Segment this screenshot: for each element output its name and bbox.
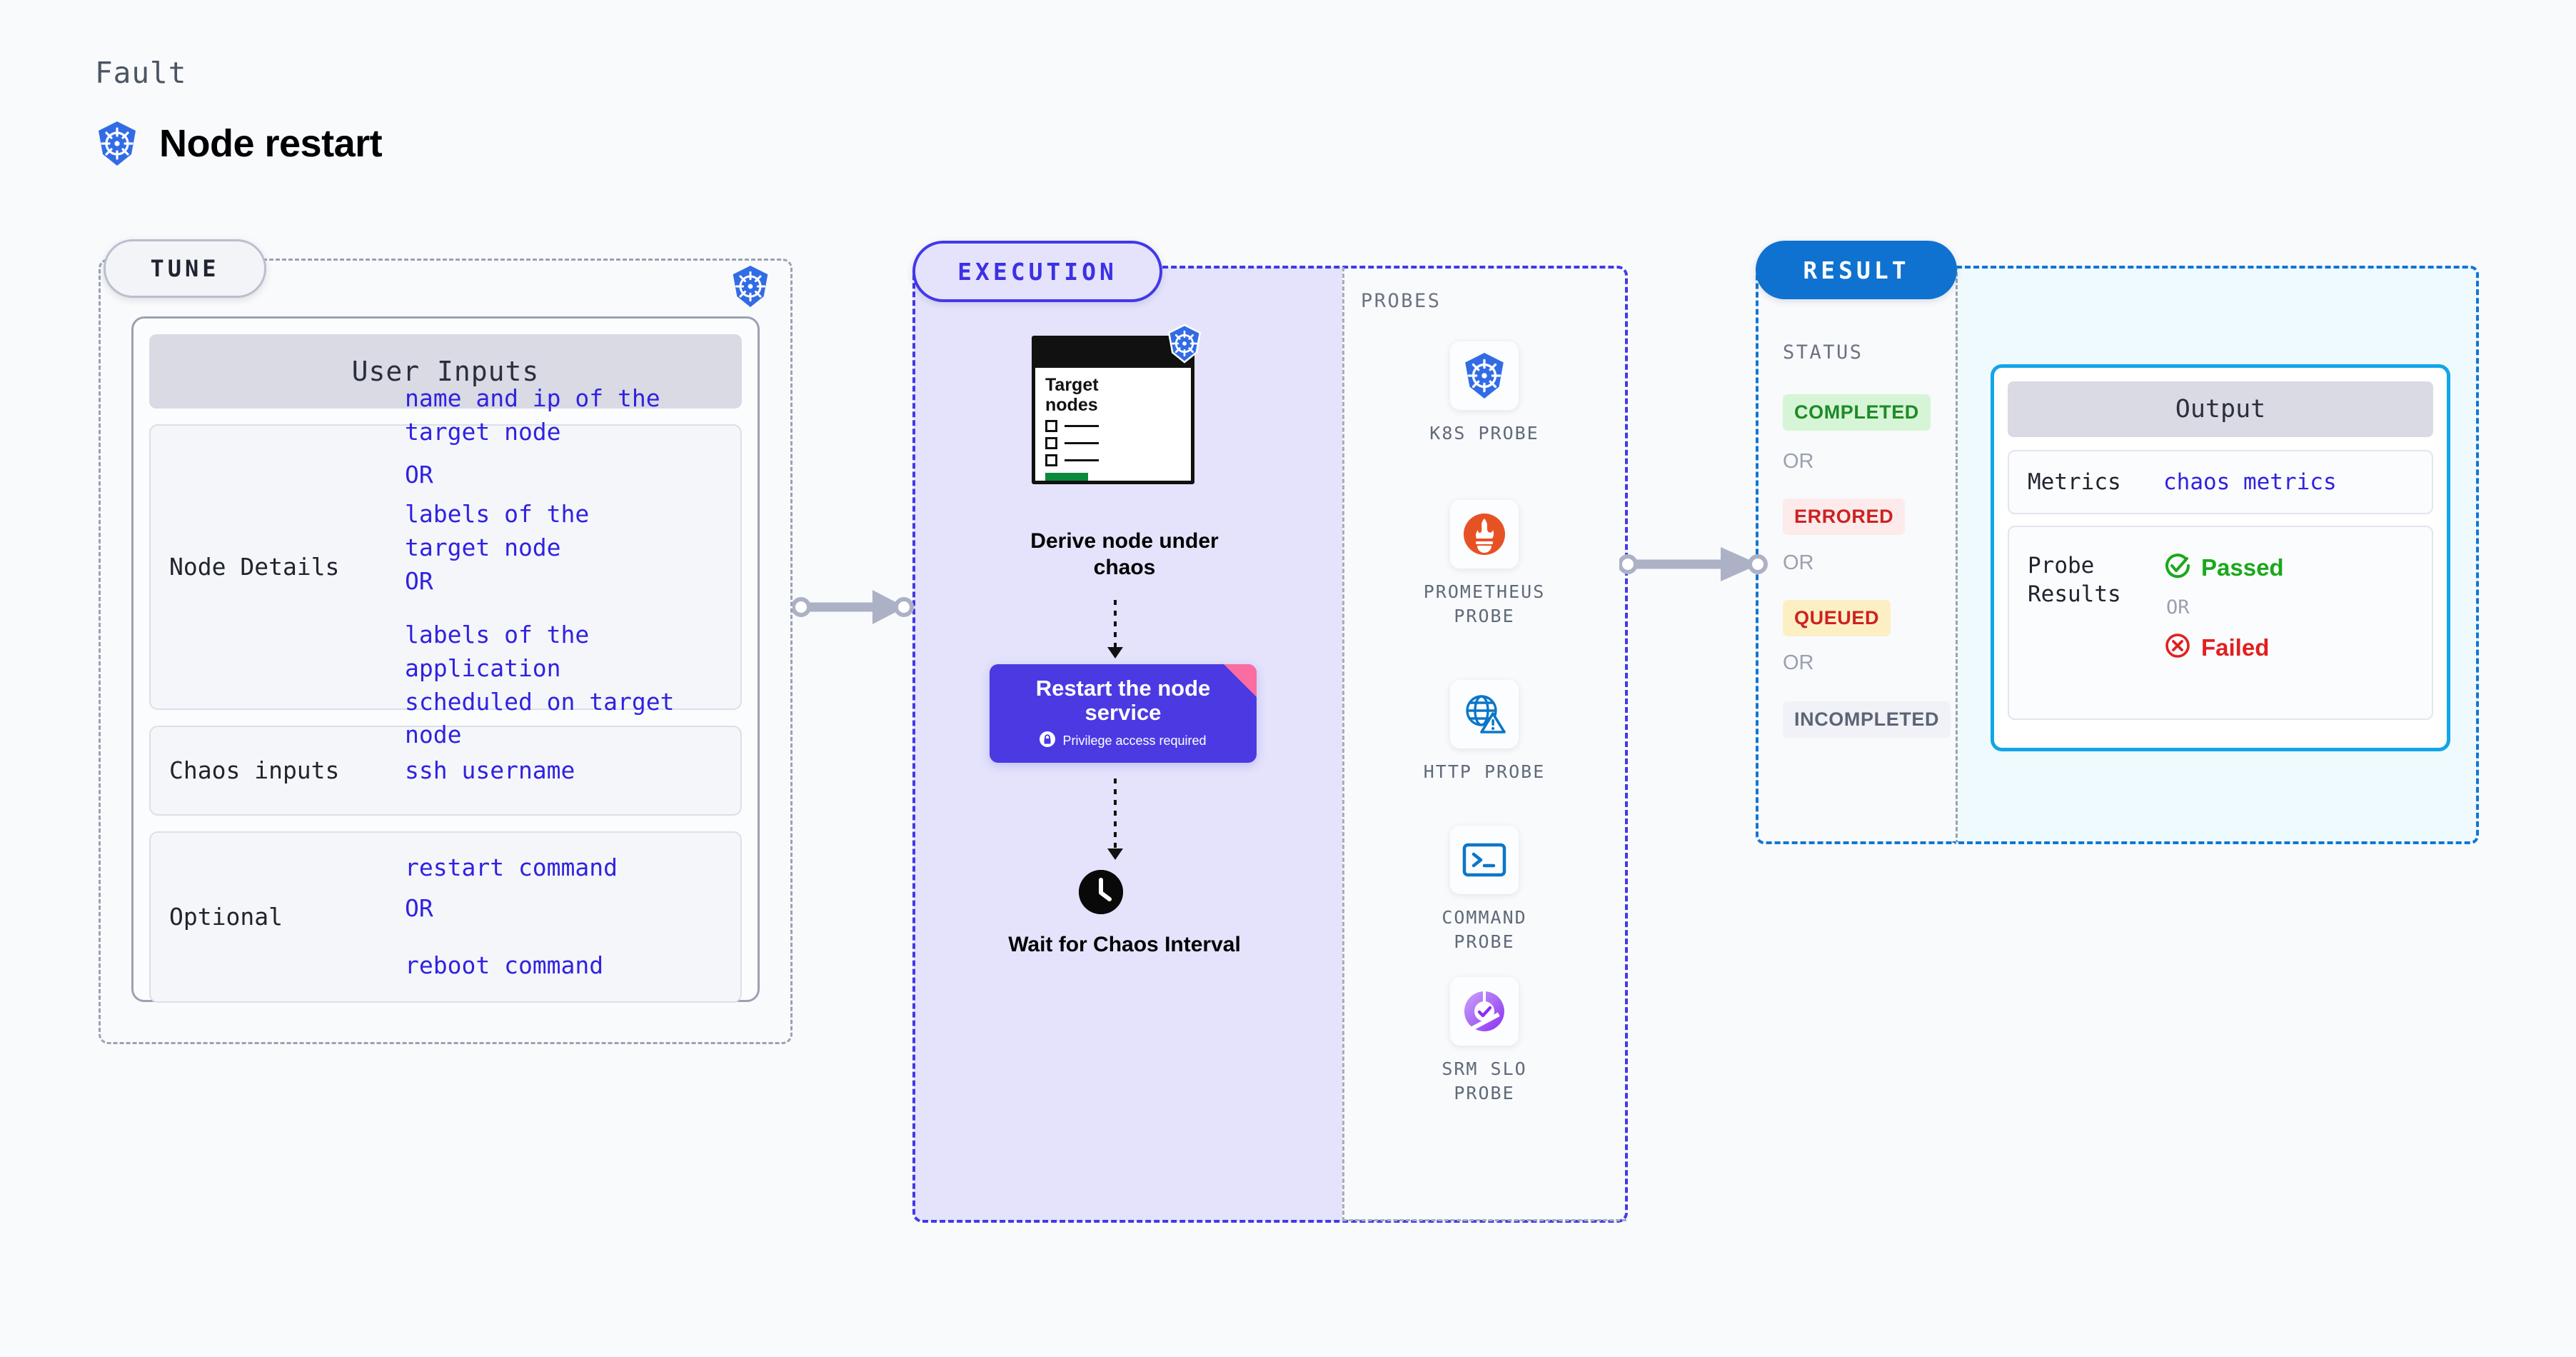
- arrow-down-icon: [1107, 647, 1123, 659]
- checkbox-row: [1045, 420, 1181, 432]
- restart-step-title: Restart the node service: [1035, 675, 1211, 725]
- probe-label: K8S PROBE: [1429, 423, 1539, 444]
- execution-panel-tag[interactable]: EXECUTION: [912, 241, 1162, 302]
- probe-item-command[interactable]: COMMAND PROBE: [1395, 826, 1574, 954]
- probe-label: HTTP PROBE: [1423, 761, 1546, 782]
- probe-item-prometheus[interactable]: PROMETHEUS PROBE: [1395, 500, 1574, 629]
- status-or: OR: [1783, 450, 1814, 473]
- probes-label: PROBES: [1361, 290, 1442, 312]
- probe-label: PROMETHEUS PROBE: [1423, 581, 1546, 626]
- status-badge-queued: QUEUED: [1783, 600, 1891, 636]
- lock-icon: [1040, 731, 1056, 751]
- result-panel-tag[interactable]: RESULT: [1756, 241, 1957, 299]
- check-circle-icon: [2163, 551, 2192, 584]
- kubernetes-icon: [730, 264, 771, 312]
- status-badge-incompleted: INCOMPLETED: [1783, 701, 1951, 738]
- kubernetes-icon: [1450, 341, 1519, 410]
- terminal-icon: [1450, 826, 1519, 894]
- probe-result-passed: Passed: [2163, 551, 2284, 584]
- checkbox-row: [1045, 437, 1181, 449]
- row-key: Node Details: [169, 552, 340, 581]
- output-header: Output: [2008, 381, 2433, 437]
- input-row-optional: Optional restart command OR reboot comma…: [149, 831, 742, 1003]
- row-value: reboot command: [405, 951, 604, 980]
- output-row-metrics: Metrics chaos metrics: [2008, 450, 2433, 514]
- row-value: labels of the target node: [405, 500, 590, 562]
- status-badge-errored: ERRORED: [1783, 499, 1906, 535]
- chaos-ribbon-icon: [1224, 664, 1257, 697]
- status-label: STATUS: [1783, 341, 1863, 364]
- line-placeholder: [1065, 459, 1099, 461]
- kubernetes-icon: [95, 120, 139, 167]
- flow-connector-dotted: [1114, 778, 1117, 850]
- probe-item-srm-slo[interactable]: SRM SLO PROBE: [1395, 977, 1574, 1106]
- arrow-right-icon: [791, 586, 914, 632]
- wait-chaos-interval-label: Wait for Chaos Interval: [1008, 933, 1241, 956]
- line-placeholder: [1065, 442, 1099, 444]
- row-value: ssh username: [405, 756, 575, 784]
- http-globe-warning-icon: [1450, 680, 1519, 748]
- row-or: OR: [405, 567, 433, 595]
- row-key: Chaos inputs: [169, 756, 340, 784]
- probe-result-failed: Failed: [2163, 631, 2284, 664]
- restart-node-service-step[interactable]: Restart the node service Privilege acces…: [990, 664, 1257, 763]
- line-placeholder: [1065, 425, 1099, 427]
- x-circle-icon: [2163, 631, 2192, 664]
- checkbox-icon: [1045, 420, 1057, 432]
- restart-step-subtitle: Privilege access required: [1062, 733, 1207, 748]
- clock-icon: [1079, 870, 1123, 914]
- derive-node-label: Derive node under chaos: [1030, 529, 1219, 579]
- page-title: Node restart: [159, 122, 383, 165]
- status-or: OR: [1783, 651, 1814, 674]
- status-badge-completed: COMPLETED: [1783, 394, 1931, 431]
- checkbox-icon: [1045, 454, 1057, 466]
- status-or: OR: [1783, 551, 1814, 574]
- row-key: Optional: [169, 902, 283, 931]
- probe-label: SRM SLO PROBE: [1442, 1058, 1527, 1103]
- row-key: Metrics: [2028, 469, 2121, 495]
- kubernetes-icon: [1166, 324, 1203, 367]
- probe-label: COMMAND PROBE: [1442, 907, 1527, 952]
- srm-slo-donut-icon: [1450, 977, 1519, 1046]
- output-card: Output Metrics chaos metrics Probe Resul…: [1991, 364, 2450, 751]
- probe-item-k8s[interactable]: K8S PROBE: [1395, 341, 1574, 446]
- passed-label: Passed: [2201, 554, 2284, 581]
- fault-label: Fault: [95, 56, 187, 90]
- prometheus-icon: [1450, 500, 1519, 569]
- arrow-down-icon: [1107, 848, 1123, 860]
- arrow-right-icon: [1618, 543, 1768, 589]
- probe-item-http[interactable]: HTTP PROBE: [1395, 680, 1574, 784]
- checkbox-row: [1045, 454, 1181, 466]
- green-status-bar: [1045, 473, 1088, 481]
- row-value: name and ip of the target node: [405, 384, 660, 446]
- failed-label: Failed: [2201, 634, 2270, 661]
- flow-connector-dotted: [1114, 600, 1117, 649]
- row-or: OR: [405, 893, 433, 922]
- row-value: restart command: [405, 853, 618, 881]
- user-inputs-card: User Inputs Node Details name and ip of …: [131, 316, 760, 1003]
- probe-result-or: OR: [2166, 596, 2190, 619]
- row-value: chaos metrics: [2163, 469, 2337, 495]
- checkbox-icon: [1045, 437, 1057, 449]
- row-value: labels of the application scheduled on t…: [405, 620, 675, 749]
- tune-panel-tag[interactable]: TUNE: [104, 239, 266, 298]
- row-key: Probe Results: [2028, 553, 2121, 608]
- output-row-probe-results: Probe Results Passed OR Failed: [2008, 526, 2433, 720]
- input-row-node-details: Node Details name and ip of the target n…: [149, 384, 742, 748]
- page-title-row: Node restart: [95, 120, 383, 167]
- row-or: OR: [405, 461, 433, 489]
- target-nodes-title: Target nodes: [1045, 375, 1099, 415]
